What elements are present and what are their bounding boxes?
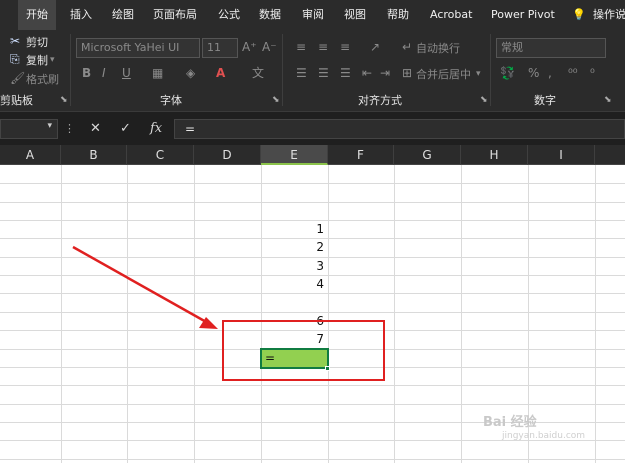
align-middle-icon[interactable]: ≡ xyxy=(318,40,328,54)
increase-indent-icon[interactable]: ⇥ xyxy=(380,66,390,80)
column-headers: A B C D E F G H I xyxy=(0,145,625,165)
copy-icon[interactable]: ⎘ xyxy=(10,52,20,66)
cut-icon[interactable]: ✂ xyxy=(10,34,20,48)
clipboard-group-label: 剪贴板 xyxy=(0,94,33,107)
decrease-indent-icon[interactable]: ⇤ xyxy=(362,66,372,80)
annotation-arrow-shaft xyxy=(72,245,209,325)
tab-home[interactable]: 开始 xyxy=(18,0,56,30)
ribbon-separator xyxy=(70,34,71,106)
formula-bar-grip-icon: ⋮ xyxy=(64,122,75,135)
copy-button[interactable]: 复制 xyxy=(26,52,48,68)
format-painter-button[interactable]: 格式刷 xyxy=(26,71,59,87)
tab-view[interactable]: 视图 xyxy=(344,0,366,30)
alignment-launcher-icon[interactable]: ⬊ xyxy=(480,95,488,105)
wrap-text-button[interactable]: 自动换行 xyxy=(416,40,460,56)
column-header-e[interactable]: E xyxy=(261,145,328,165)
formula-bar: ▾ ⋮ ✕ ✓ fx = xyxy=(0,111,625,145)
column-header-d[interactable]: D xyxy=(194,145,261,165)
baidu-watermark: Bai 经验 xyxy=(483,415,537,430)
excel-window: 开始 插入 绘图 页面布局 公式 数据 审阅 视图 帮助 Acrobat Pow… xyxy=(0,0,625,463)
percent-icon[interactable]: % xyxy=(528,66,539,80)
tab-page-layout[interactable]: 页面布局 xyxy=(153,0,197,30)
wrap-text-icon[interactable]: ↵ xyxy=(402,40,412,54)
number-group-label: 数字 xyxy=(534,94,556,107)
increase-font-icon[interactable]: A⁺ xyxy=(242,40,257,54)
cut-button[interactable]: 剪切 xyxy=(26,34,48,50)
column-header-c[interactable]: C xyxy=(127,145,194,165)
bold-button[interactable]: B xyxy=(82,66,91,80)
formula-input[interactable]: = xyxy=(174,119,625,139)
tab-insert[interactable]: 插入 xyxy=(70,0,92,30)
tell-me-icon[interactable]: 💡 xyxy=(572,0,586,30)
column-header-g[interactable]: G xyxy=(394,145,461,165)
borders-icon[interactable]: ▦ xyxy=(152,66,163,80)
tab-review[interactable]: 审阅 xyxy=(302,0,324,30)
phonetic-icon[interactable]: 文 xyxy=(252,66,264,80)
insert-function-button[interactable]: fx xyxy=(150,120,162,138)
orientation-icon[interactable]: ↗ xyxy=(370,40,380,54)
ribbon-separator xyxy=(490,34,491,106)
tab-data[interactable]: 数据 xyxy=(259,0,281,30)
merge-center-button[interactable]: 合并后居中 xyxy=(416,66,471,82)
baidu-watermark-url: jingyan.baidu.com xyxy=(502,431,586,441)
number-launcher-icon[interactable]: ⬊ xyxy=(604,95,612,105)
column-header-b[interactable]: B xyxy=(61,145,127,165)
tab-formulas[interactable]: 公式 xyxy=(218,0,240,30)
ribbon-separator xyxy=(282,34,283,106)
column-header-a[interactable]: A xyxy=(0,145,61,165)
clipboard-launcher-icon[interactable]: ⬊ xyxy=(60,95,68,105)
font-family-select[interactable]: Microsoft YaHei UI xyxy=(76,38,200,58)
align-center-icon[interactable]: ☰ xyxy=(318,66,329,80)
ribbon-tabs: 开始 插入 绘图 页面布局 公式 数据 审阅 视图 帮助 Acrobat Pow… xyxy=(0,0,625,30)
ribbon: 开始 插入 绘图 页面布局 公式 数据 审阅 视图 帮助 Acrobat Pow… xyxy=(0,0,625,111)
italic-button[interactable]: I xyxy=(102,66,106,80)
tab-help[interactable]: 帮助 xyxy=(387,0,409,30)
name-box[interactable]: ▾ xyxy=(0,119,58,139)
number-format-select[interactable]: 常规 xyxy=(496,38,606,58)
decrease-font-icon[interactable]: A⁻ xyxy=(262,40,277,54)
align-right-icon[interactable]: ☰ xyxy=(340,66,351,80)
column-header-h[interactable]: H xyxy=(461,145,528,165)
name-box-dropdown-icon[interactable]: ▾ xyxy=(47,121,52,131)
decrease-decimal-icon[interactable]: ⁰ xyxy=(590,66,595,80)
align-bottom-icon[interactable]: ≡ xyxy=(340,40,350,54)
fill-color-icon[interactable]: ◈ xyxy=(186,66,195,80)
font-size-select[interactable]: 11 xyxy=(202,38,238,58)
font-group-label: 字体 xyxy=(160,94,182,107)
confirm-entry-button[interactable]: ✓ xyxy=(120,120,131,138)
alignment-group-label: 对齐方式 xyxy=(358,94,402,107)
column-header-f[interactable]: F xyxy=(328,145,394,165)
align-top-icon[interactable]: ≡ xyxy=(296,40,306,54)
font-color-icon[interactable]: A xyxy=(216,66,225,80)
comma-style-icon[interactable]: , xyxy=(548,66,552,80)
increase-decimal-icon[interactable]: ⁰⁰ xyxy=(568,66,578,80)
tab-power-pivot[interactable]: Power Pivot xyxy=(491,0,555,30)
copy-dropdown-icon[interactable]: ▾ xyxy=(50,53,55,67)
tab-tell-me[interactable]: 操作说明 xyxy=(593,0,625,30)
merge-dropdown-icon[interactable]: ▾ xyxy=(476,67,481,81)
tab-draw[interactable]: 绘图 xyxy=(112,0,134,30)
column-header-i[interactable]: I xyxy=(528,145,595,165)
accounting-format-icon[interactable]: 💱 xyxy=(500,66,515,80)
align-left-icon[interactable]: ☰ xyxy=(296,66,307,80)
cancel-entry-button[interactable]: ✕ xyxy=(90,120,101,138)
tab-acrobat[interactable]: Acrobat xyxy=(430,0,472,30)
font-launcher-icon[interactable]: ⬊ xyxy=(272,95,280,105)
worksheet-grid[interactable]: 1 2 3 4 6 7 = Bai 经验 jingyan.baidu.com xyxy=(0,165,625,463)
underline-button[interactable]: U xyxy=(122,66,131,80)
format-painter-icon[interactable]: 🖌 xyxy=(10,71,25,85)
merge-center-icon[interactable]: ⊞ xyxy=(402,66,412,80)
